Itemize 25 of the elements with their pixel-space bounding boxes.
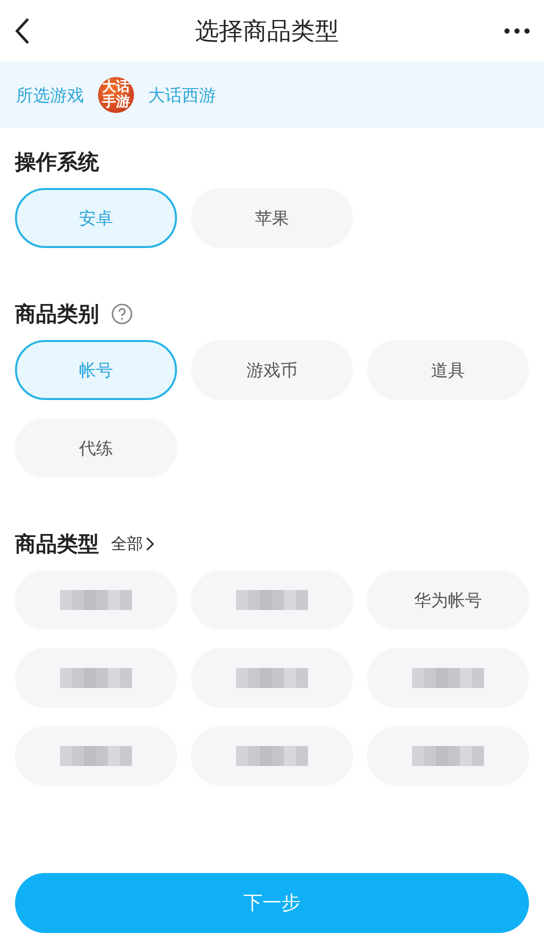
pixelated-text-icon [412,668,484,688]
section-title: 商品类别 [15,301,99,328]
option-chip[interactable]: 游戏币 [191,340,353,400]
pixelated-text-icon [412,746,484,766]
option-chip[interactable]: 道具 [367,340,529,400]
pixelated-text-icon [60,668,132,688]
option-chip[interactable]: 苹果 [191,188,353,248]
more-icon[interactable] [504,28,530,34]
pixelated-text-icon [60,590,132,610]
section-title: 操作系统 [15,149,99,176]
page-title: 选择商品类型 [195,16,339,47]
game-name: 大话西游 [148,84,216,106]
game-logo: 大话手游 [98,77,134,113]
pixelated-text-icon [236,746,308,766]
section-title: 商品类型 [15,531,99,558]
option-chip[interactable]: 代练 [15,418,177,478]
pixelated-text-icon [236,590,308,610]
option-chip[interactable]: 华为帐号 [367,570,529,630]
all-link[interactable]: 全部 [111,534,154,554]
back-icon[interactable] [14,17,30,45]
help-icon[interactable] [111,303,133,325]
selected-game-label: 所选游戏 [16,84,84,106]
pixelated-text-icon [60,746,132,766]
chevron-icon [146,537,154,551]
pixelated-text-icon [236,668,308,688]
